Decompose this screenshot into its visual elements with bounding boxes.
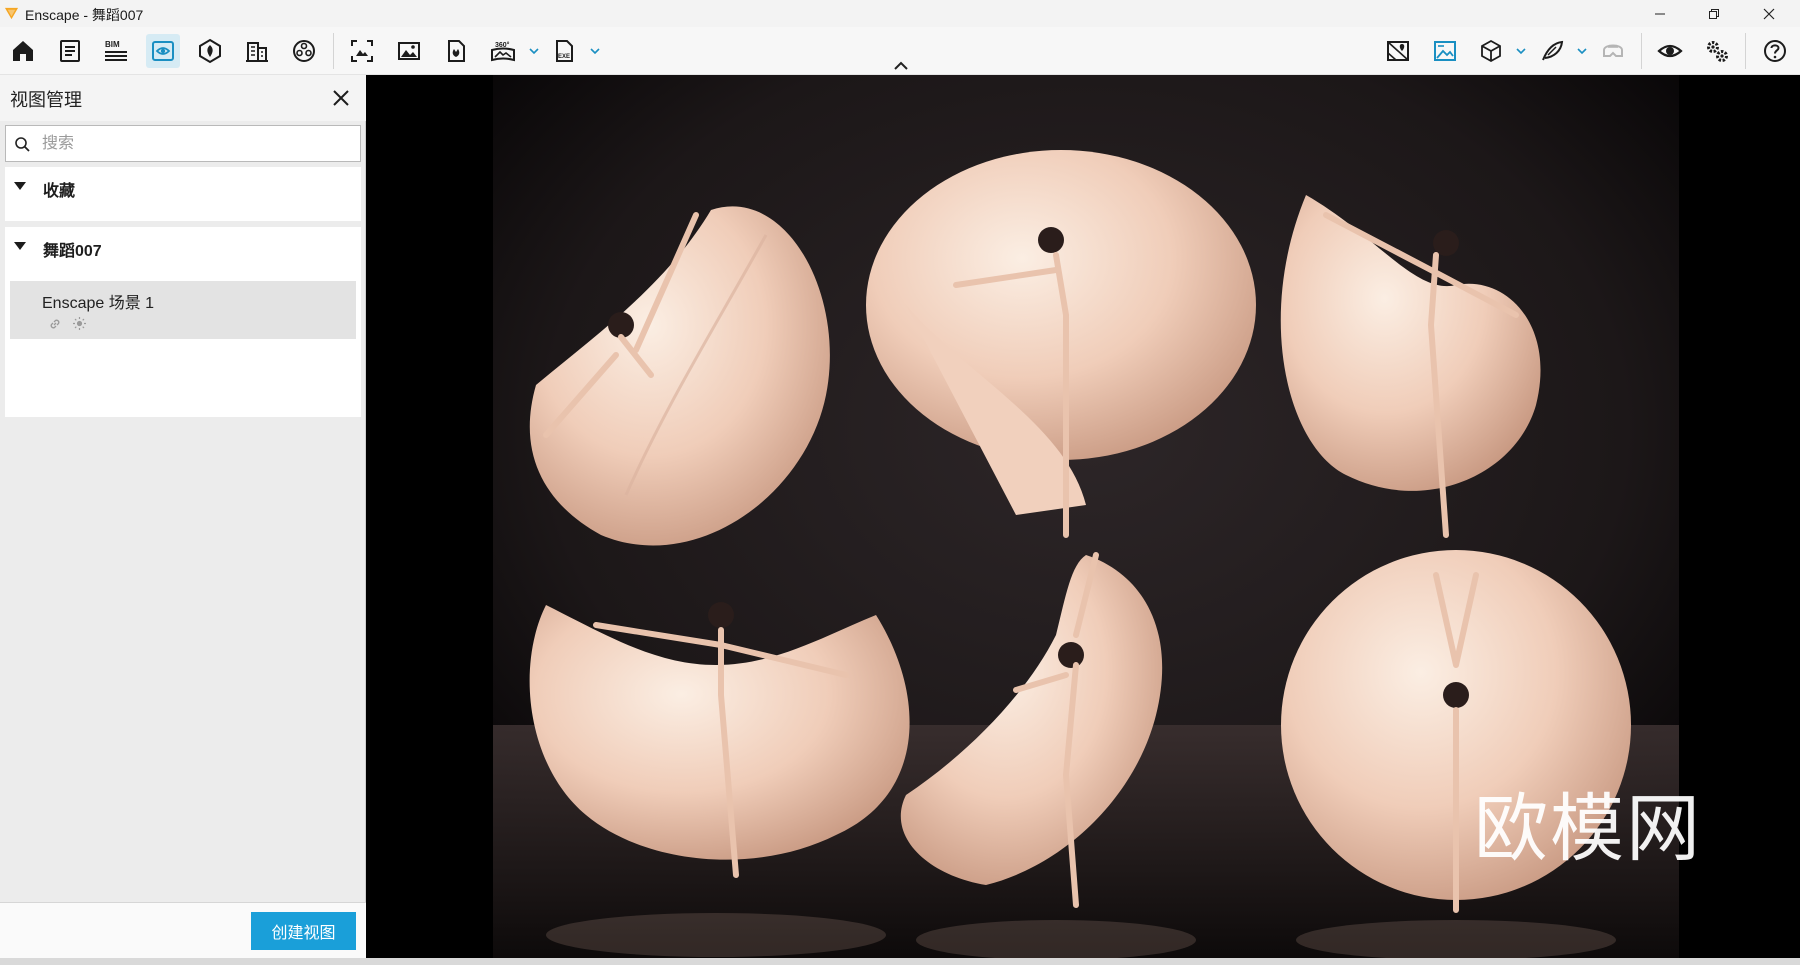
chevron-down-icon (529, 47, 539, 54)
close-window-button[interactable] (1742, 0, 1796, 27)
asset-library-button[interactable] (193, 34, 227, 68)
map-button[interactable] (1381, 34, 1415, 68)
document-button[interactable] (53, 34, 87, 68)
panorama-dropdown[interactable] (528, 44, 540, 58)
restore-icon (1709, 8, 1719, 19)
feather-icon (1542, 40, 1564, 61)
minimize-icon (1655, 13, 1665, 14)
triangle-down-icon (14, 242, 26, 250)
map-icon (1387, 41, 1409, 61)
document-icon (60, 40, 80, 62)
eye-icon (1657, 44, 1683, 58)
eye-button[interactable] (1653, 34, 1687, 68)
box-icon (1481, 39, 1501, 63)
sun-icon (73, 317, 86, 330)
brand-watermark: 欧模网 (1474, 786, 1702, 872)
screenshot-button[interactable] (345, 34, 379, 68)
bim-icon: BIM (105, 40, 127, 61)
asset-library-icon (199, 38, 221, 64)
project-section: 舞蹈007 Enscape 场景 1 (5, 227, 361, 417)
favorites-header[interactable]: 收藏 (5, 167, 361, 205)
vr-headset-button[interactable] (1596, 34, 1630, 68)
image-icon (398, 42, 420, 60)
title-bar: Enscape - 舞蹈007 (0, 0, 1800, 27)
box-button[interactable] (1474, 34, 1508, 68)
view-name: Enscape 场景 1 (42, 295, 155, 312)
material-icon (293, 40, 315, 62)
vr-headset-icon (1603, 44, 1623, 57)
enscape-logo-icon (4, 7, 19, 20)
feather-dropdown[interactable] (1576, 44, 1588, 58)
panel-header: 视图管理 (0, 75, 366, 121)
bottom-status-strip (0, 958, 1800, 965)
create-view-button[interactable]: 创建视图 (251, 912, 356, 950)
window-title: Enscape - 舞蹈007 (25, 7, 144, 23)
chevron-down-icon (1516, 47, 1526, 54)
visual-settings-button[interactable] (1428, 34, 1462, 68)
toolbar-separator (1641, 33, 1642, 69)
building-button[interactable] (240, 34, 274, 68)
home-icon (13, 41, 33, 61)
favorites-label: 收藏 (43, 183, 76, 200)
panel-title: 视图管理 (10, 90, 82, 110)
batch-render-button[interactable] (439, 34, 473, 68)
search-input[interactable] (42, 126, 352, 161)
help-button[interactable] (1758, 34, 1792, 68)
triangle-down-icon (14, 182, 26, 190)
search-box (5, 125, 361, 162)
toolbar-collapse-chevron-icon[interactable] (892, 60, 910, 72)
toolbar-separator (333, 33, 334, 69)
settings-icon (1707, 41, 1728, 62)
view-management-icon (152, 41, 174, 61)
chevron-down-icon (1577, 47, 1587, 54)
toolbar-separator (1745, 33, 1746, 69)
chevron-down-icon (590, 47, 600, 54)
favorites-section: 收藏 (5, 167, 361, 221)
view-item[interactable]: Enscape 场景 1 (10, 281, 356, 339)
view-management-button[interactable] (146, 34, 180, 68)
project-label: 舞蹈007 (43, 243, 102, 260)
visual-settings-icon (1434, 41, 1456, 61)
svg-text:BIM: BIM (105, 40, 120, 49)
image-button[interactable] (392, 34, 426, 68)
link-icon (50, 319, 60, 329)
help-icon (1764, 40, 1786, 62)
export-dropdown[interactable] (589, 44, 601, 58)
settings-button[interactable] (1700, 34, 1734, 68)
close-icon (1763, 8, 1775, 19)
box-dropdown[interactable] (1515, 44, 1527, 58)
material-button[interactable] (287, 34, 321, 68)
render-viewport[interactable]: 欧模网 (366, 75, 1800, 958)
svg-text:EXE: EXE (558, 54, 570, 60)
export-exe-button[interactable]: EXE (548, 34, 582, 68)
panorama-button[interactable]: 360° (486, 34, 520, 68)
panorama-360-icon: 360° (491, 41, 515, 62)
screenshot-icon (351, 40, 373, 62)
close-icon[interactable] (328, 85, 354, 111)
bim-button[interactable]: BIM (99, 34, 133, 68)
home-button[interactable] (6, 34, 40, 68)
project-header[interactable]: 舞蹈007 (5, 227, 361, 265)
batch-render-icon (448, 40, 465, 62)
minimize-button[interactable] (1633, 0, 1687, 27)
view-management-panel: 视图管理 收藏 舞蹈007 Enscape 场景 1 创建视图 (0, 75, 366, 958)
building-icon (246, 42, 268, 62)
panel-footer: 创建视图 (0, 902, 366, 958)
restore-button[interactable] (1687, 0, 1741, 27)
feather-button[interactable] (1535, 34, 1569, 68)
search-icon (15, 137, 30, 152)
export-exe-icon: EXE (556, 40, 573, 62)
